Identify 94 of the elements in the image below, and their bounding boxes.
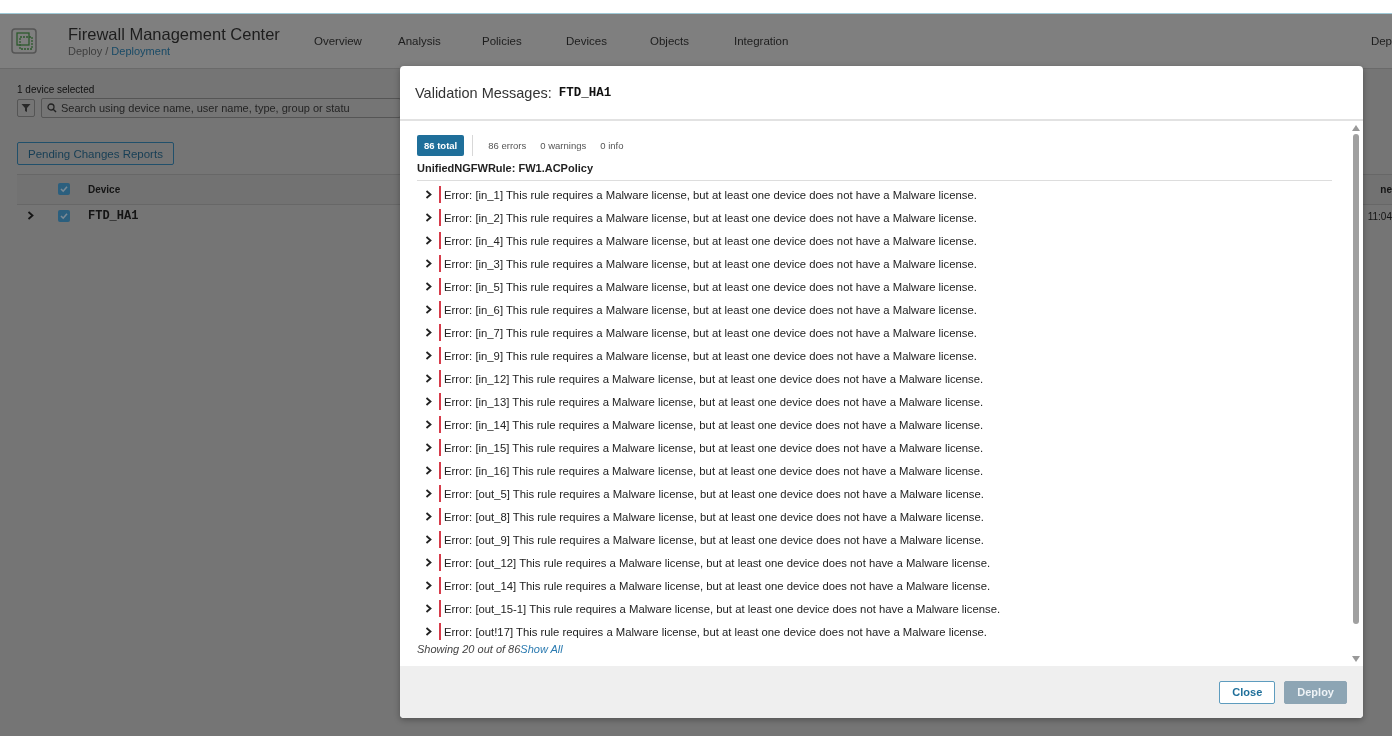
error-message: Error: [in_5] This rule requires a Malware license, but at least one device does not have a Malware license.	[444, 280, 977, 293]
error-message: Error: [in_7] This rule requires a Malware license, but at least one device does not have a Malware license.	[444, 326, 977, 339]
error-marker	[439, 347, 441, 364]
error-marker	[439, 416, 441, 433]
expand-icon[interactable]	[425, 512, 432, 521]
nav-item[interactable]: Overview	[314, 35, 398, 47]
expand-icon[interactable]	[425, 374, 432, 383]
error-marker	[439, 554, 441, 571]
breadcrumb-parent: Deploy /	[68, 45, 109, 57]
error-marker	[439, 577, 441, 594]
pending-changes-button[interactable]: Pending Changes Reports	[17, 142, 174, 165]
search-icon	[47, 103, 57, 113]
expand-icon[interactable]	[425, 282, 432, 291]
error-message: Error: [out_5] This rule requires a Malware license, but at least one device does not have a Malware license.	[444, 487, 984, 500]
error-marker	[439, 508, 441, 525]
filter-tab[interactable]: 0 info	[593, 135, 631, 156]
logo-icon	[11, 28, 37, 54]
error-marker	[439, 485, 441, 502]
filter-tab[interactable]: 86 errors	[481, 135, 534, 156]
error-message: Error: [in_12] This rule requires a Malware license, but at least one device does not have a Malware license.	[444, 372, 984, 385]
nav-item[interactable]: Dep	[1370, 35, 1392, 47]
error-marker	[439, 232, 441, 249]
expand-icon[interactable]	[425, 466, 432, 475]
filter-tab[interactable]: 86 total	[417, 135, 465, 156]
expand-icon[interactable]	[425, 558, 432, 567]
error-marker	[439, 393, 441, 410]
error-message: Error: [out_9] This rule requires a Malware license, but at least one device does not have a Malware license.	[444, 533, 984, 546]
error-marker	[439, 186, 441, 203]
error-marker	[439, 600, 441, 617]
selection-count: 1 device selected	[17, 84, 95, 95]
error-marker	[439, 439, 441, 456]
filter-button[interactable]	[17, 99, 35, 117]
results-summary: Showing 20 out of 86	[417, 643, 521, 655]
close-button[interactable]: Close	[1219, 680, 1276, 704]
checkbox[interactable]	[58, 209, 70, 222]
nav-item[interactable]: Analysis	[398, 35, 482, 47]
error-message: Error: [out!17] This rule requires a Malware license, but at least one device does not have a Malware license.	[444, 625, 987, 638]
error-message: Error: [in_3] This rule requires a Malware license, but at least one device does not have a Malware license.	[444, 257, 977, 270]
app-title: Firewall Management Center	[68, 25, 281, 44]
error-marker	[439, 531, 441, 548]
expand-icon[interactable]	[425, 627, 432, 636]
expand-icon[interactable]	[425, 351, 432, 360]
column-header: ne	[1380, 184, 1392, 195]
error-message: Error: [in_14] This rule requires a Malware license, but at least one device does not have a Malware license.	[444, 418, 984, 431]
error-message: Error: [in_2] This rule requires a Malware license, but at least one device does not have a Malware license.	[444, 211, 977, 224]
search-field[interactable]: Search using device name, user name, type, group or statu	[41, 98, 401, 118]
error-message: Error: [out_12] This rule requires a Malware license, but at least one device does not have a Malware license.	[444, 556, 991, 569]
device-name: FTD_HA1	[558, 85, 612, 100]
expand-icon[interactable]	[425, 581, 432, 590]
expand-icon[interactable]	[425, 328, 432, 337]
expand-icon[interactable]	[425, 489, 432, 498]
error-marker	[439, 278, 441, 295]
error-marker	[439, 209, 441, 226]
expand-icon[interactable]	[425, 397, 432, 406]
error-message: Error: [out_14] This rule requires a Malware license, but at least one device does not have a Malware license.	[444, 579, 991, 592]
nav-item[interactable]: Devices	[566, 35, 650, 47]
table-cell: 11:04	[1367, 210, 1392, 222]
group-title: UnifiedNGFWRule: FW1.ACPolicy	[417, 162, 1332, 181]
nav-item[interactable]: Policies	[482, 35, 566, 47]
expand-icon[interactable]	[425, 305, 432, 314]
expand-icon[interactable]	[425, 259, 432, 268]
error-message: Error: [in_16] This rule requires a Malware license, but at least one device does not have a Malware license.	[444, 464, 984, 477]
nav-item[interactable]: Objects	[650, 35, 734, 47]
device-name: FTD_HA1	[88, 209, 139, 223]
error-marker	[439, 623, 441, 640]
expand-icon[interactable]	[425, 443, 432, 452]
error-message: Error: [in_13] This rule requires a Malware license, but at least one device does not have a Malware license.	[444, 395, 984, 408]
expand-icon[interactable]	[425, 535, 432, 544]
error-message: Error: [out_8] This rule requires a Malware license, but at least one device does not have a Malware license.	[444, 510, 984, 523]
error-marker	[439, 255, 441, 272]
error-message: Error: [in_4] This rule requires a Malware license, but at least one device does not have a Malware license.	[444, 234, 977, 247]
show-all-link[interactable]: Show All	[520, 643, 563, 655]
error-marker	[439, 301, 441, 318]
breadcrumb-link[interactable]: Deployment	[111, 45, 171, 57]
error-marker	[439, 370, 441, 387]
error-message: Error: [in_15] This rule requires a Malware license, but at least one device does not have a Malware license.	[444, 441, 984, 454]
expand-icon[interactable]	[425, 213, 432, 222]
expand-icon[interactable]	[425, 190, 432, 199]
expand-icon[interactable]	[425, 236, 432, 245]
dialog-title: Validation Messages:	[415, 84, 552, 101]
error-message: Error: [in_9] This rule requires a Malware license, but at least one device does not have a Malware license.	[444, 349, 977, 362]
expand-icon[interactable]	[425, 420, 432, 429]
error-message: Error: [in_6] This rule requires a Malware license, but at least one device does not have a Malware license.	[444, 303, 977, 316]
nav-item[interactable]: Integration	[734, 35, 818, 47]
scroll-up-icon[interactable]	[1352, 125, 1360, 131]
filter-tab[interactable]: 0 warnings	[533, 135, 594, 156]
expand-icon[interactable]	[425, 604, 432, 613]
error-marker	[439, 324, 441, 341]
checkbox[interactable]	[58, 183, 70, 195]
scrollbar-thumb[interactable]	[1353, 134, 1359, 624]
scroll-down-icon[interactable]	[1352, 656, 1360, 662]
filter-icon	[21, 103, 31, 113]
error-message: Error: [out_15-1] This rule requires a Malware license, but at least one device does not have a Malware license.	[444, 602, 1001, 615]
error-marker	[439, 462, 441, 479]
